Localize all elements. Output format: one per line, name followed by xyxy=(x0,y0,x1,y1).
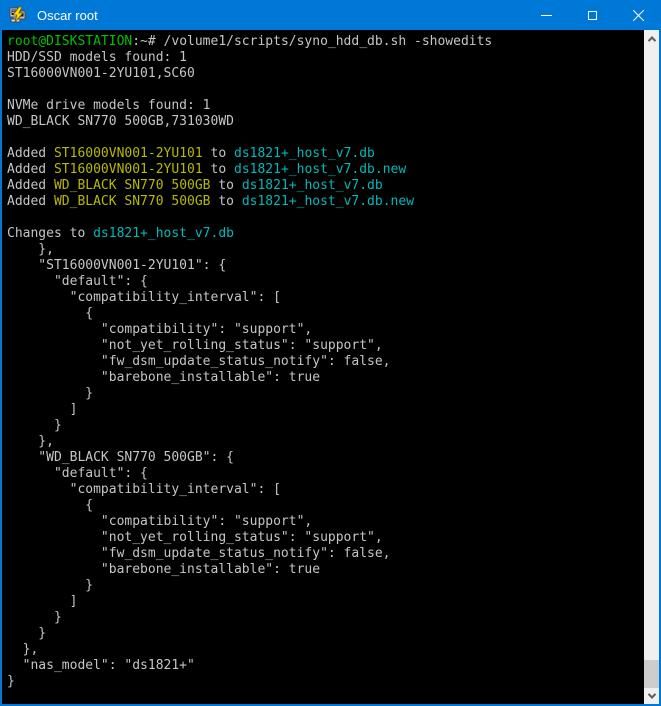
terminal-line: WD_BLACK SN770 500GB,731030WD xyxy=(7,114,644,130)
terminal-line: } xyxy=(7,578,644,594)
close-button[interactable] xyxy=(615,0,661,30)
terminal-line: } xyxy=(7,626,644,642)
scrollbar-thumb[interactable] xyxy=(644,660,659,688)
terminal-line: }, xyxy=(7,434,644,450)
terminal-line: } xyxy=(7,418,644,434)
terminal-line xyxy=(7,130,644,146)
terminal-line: Added WD_BLACK SN770 500GB to ds1821+_ho… xyxy=(7,178,644,194)
terminal-line: "compatibility": "support", xyxy=(7,514,644,530)
terminal-line: "compatibility": "support", xyxy=(7,322,644,338)
terminal-output[interactable]: root@DISKSTATION:~# /volume1/scripts/syn… xyxy=(2,30,644,704)
terminal-line: }, xyxy=(7,642,644,658)
terminal-line: "default": { xyxy=(7,274,644,290)
terminal-line: ] xyxy=(7,402,644,418)
maximize-button[interactable] xyxy=(569,0,615,30)
terminal-line: "fw_dsm_update_status_notify": false, xyxy=(7,354,644,370)
terminal-line: "nas_model": "ds1821+" xyxy=(7,658,644,674)
window-controls xyxy=(523,0,661,30)
terminal-line: Added ST16000VN001-2YU101 to ds1821+_hos… xyxy=(7,146,644,162)
terminal-line: Changes to ds1821+_host_v7.db xyxy=(7,226,644,242)
terminal-line: } xyxy=(7,610,644,626)
terminal-line: } xyxy=(7,386,644,402)
terminal-line: root@DISKSTATION:~# /volume1/scripts/syn… xyxy=(7,34,644,50)
scroll-up-button[interactable] xyxy=(644,30,659,47)
terminal-line: "WD_BLACK SN770 500GB": { xyxy=(7,450,644,466)
terminal-line: NVMe drive models found: 1 xyxy=(7,98,644,114)
terminal-line xyxy=(7,210,644,226)
chevron-up-icon xyxy=(647,36,655,44)
terminal-line: "default": { xyxy=(7,466,644,482)
close-icon xyxy=(632,9,645,22)
terminal-line: { xyxy=(7,498,644,514)
terminal-line: ST16000VN001-2YU101,SC60 xyxy=(7,66,644,82)
terminal-line: "barebone_installable": true xyxy=(7,370,644,386)
putty-terminal-icon[interactable] xyxy=(9,6,27,24)
scroll-down-button[interactable] xyxy=(644,687,659,704)
terminal-line: { xyxy=(7,306,644,322)
terminal-line: "not_yet_rolling_status": "support", xyxy=(7,530,644,546)
scrollbar[interactable] xyxy=(644,30,659,704)
terminal-line: "ST16000VN001-2YU101": { xyxy=(7,258,644,274)
terminal-line: }, xyxy=(7,242,644,258)
terminal-line: "compatibility_interval": [ xyxy=(7,290,644,306)
minimize-button[interactable] xyxy=(523,0,569,30)
chevron-down-icon xyxy=(647,690,655,698)
window-title: Oscar root xyxy=(37,8,523,23)
title-bar[interactable]: Oscar root xyxy=(0,0,661,30)
terminal-line: "fw_dsm_update_status_notify": false, xyxy=(7,546,644,562)
terminal-line xyxy=(7,82,644,98)
maximize-icon xyxy=(588,11,597,20)
terminal-line: ] xyxy=(7,594,644,610)
terminal-line: "barebone_installable": true xyxy=(7,562,644,578)
terminal-line: Added WD_BLACK SN770 500GB to ds1821+_ho… xyxy=(7,194,644,210)
putty-window: Oscar root root@DISKSTATION:~# /volume1/… xyxy=(0,0,661,706)
terminal-line: } xyxy=(7,674,644,690)
terminal-client-area: root@DISKSTATION:~# /volume1/scripts/syn… xyxy=(0,30,661,706)
terminal-line: HDD/SSD models found: 1 xyxy=(7,50,644,66)
terminal-line: "not_yet_rolling_status": "support", xyxy=(7,338,644,354)
terminal-line: Added ST16000VN001-2YU101 to ds1821+_hos… xyxy=(7,162,644,178)
terminal-line: "compatibility_interval": [ xyxy=(7,482,644,498)
minimize-icon xyxy=(541,15,552,16)
